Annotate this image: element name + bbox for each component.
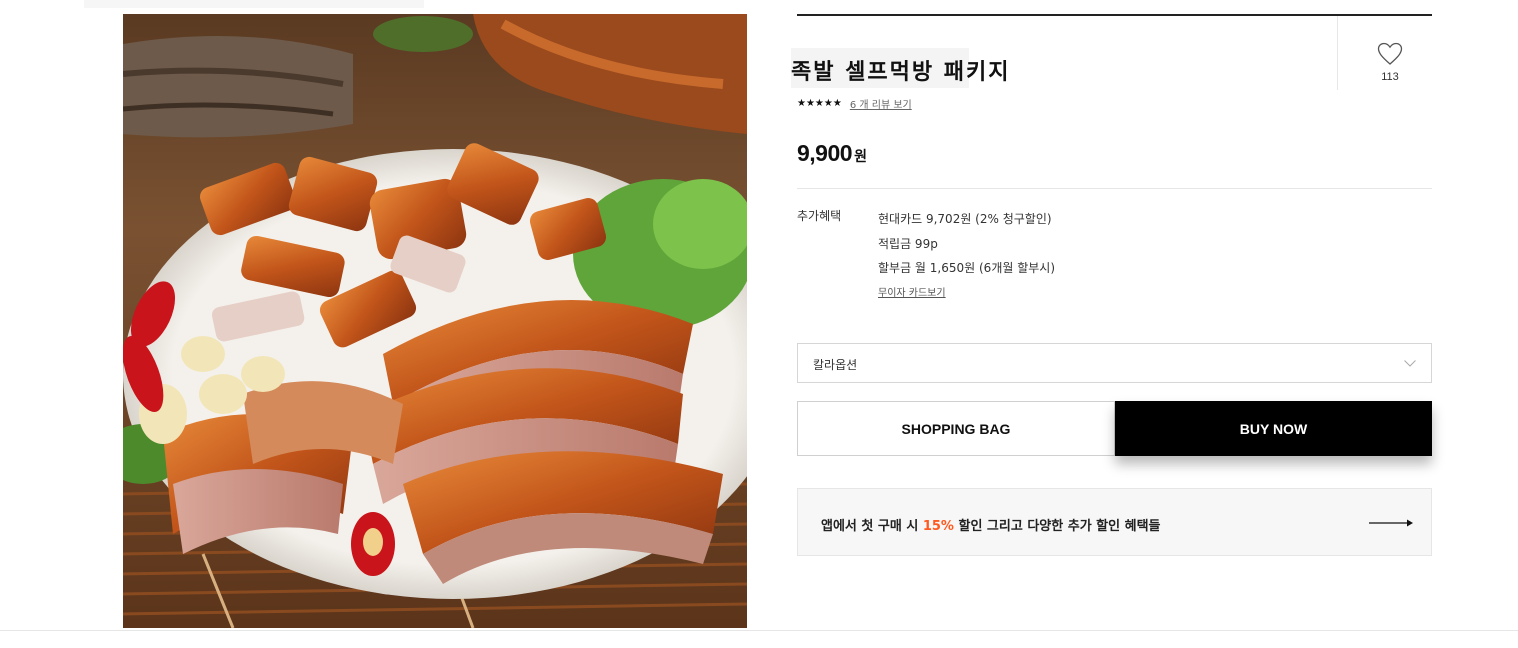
promo-text-after: 할인 그리고 다양한 추가 할인 혜택들 [953,519,1161,534]
product-info-panel: 113 족발 셀프먹방 패키지 ★★★★★ 6 개 리뷰 보기 9,900 원 추… [791,0,1432,630]
benefit-label: 추가혜택 [797,209,842,223]
app-promo-banner[interactable]: 앱에서 첫 구매 시 15% 할인 그리고 다양한 추가 할인 혜택들 [797,488,1432,556]
bottom-divider [0,630,1518,631]
shopping-bag-button[interactable]: SHOPPING BAG [797,401,1115,456]
chevron-down-icon [1404,360,1416,367]
promo-text: 앱에서 첫 구매 시 15% 할인 그리고 다양한 추가 할인 혜택들 [821,515,1161,534]
price-value: 9,900 [797,140,853,166]
heart-outline-icon [1377,42,1403,65]
wishlist-count: 113 [1381,71,1399,83]
price-unit: 원 [854,149,867,165]
promo-discount-highlight: 15% [922,519,954,534]
benefit-list: 현대카드 9,702원 (2% 청구할인) 적립금 99p 할부금 월 1,65… [878,207,1055,300]
benefit-card-discount: 현대카드 9,702원 (2% 청구할인) [878,212,1052,226]
interest-free-card-link[interactable]: 무이자 카드보기 [878,284,946,299]
arrow-right-icon [1369,519,1413,527]
review-link[interactable]: 6 개 리뷰 보기 [850,96,912,111]
option-label: 칼라옵션 [813,358,858,372]
price-divider [797,188,1432,189]
product-title: 족발 셀프먹방 패키지 [791,60,1011,85]
rating-row: ★★★★★ 6 개 리뷰 보기 [797,96,912,111]
buy-now-button[interactable]: BUY NOW [1115,401,1432,456]
price: 9,900 원 [797,140,867,167]
product-image [123,14,747,628]
color-option-select[interactable]: 칼라옵션 [797,343,1432,383]
wishlist-button[interactable]: 113 [1360,42,1420,83]
rating-stars: ★★★★★ [797,98,842,109]
top-ghost-bar [84,0,424,8]
benefit-points: 적립금 99p [878,236,938,251]
benefit-installment: 할부금 월 1,650원 (6개월 할부시) [878,261,1056,275]
promo-text-before: 앱에서 첫 구매 시 [821,519,923,534]
wishlist-divider [1337,16,1338,90]
